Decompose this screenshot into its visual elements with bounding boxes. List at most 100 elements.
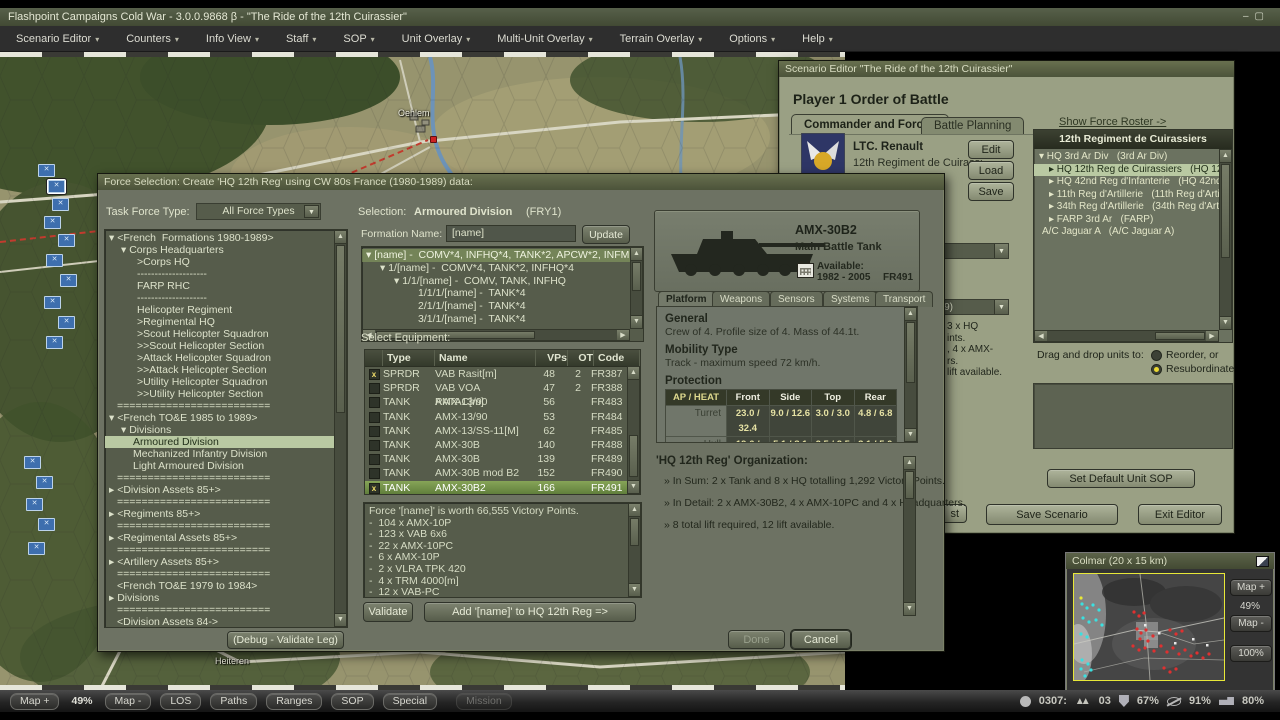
scenario-editor-titlebar[interactable]: Scenario Editor "The Ride of the 12th Cu… — [779, 61, 1234, 77]
chevron-down-icon[interactable]: ▼ — [994, 244, 1008, 258]
scroll-up-icon[interactable]: ▲ — [629, 504, 640, 517]
exit-editor-button[interactable]: Exit Editor — [1138, 504, 1222, 525]
scroll-down-icon[interactable]: ▼ — [631, 315, 642, 328]
tree-item[interactable]: ========================= — [105, 544, 347, 556]
tree-item[interactable]: <French TO&E 1979 to 1984> — [105, 580, 347, 592]
menu-item[interactable]: Options▾ — [729, 33, 775, 45]
menu-item[interactable]: Info View▾ — [206, 33, 259, 45]
menu-item[interactable]: Terrain Overlay▾ — [620, 33, 703, 45]
mission-button[interactable]: Mission — [456, 693, 512, 710]
scroll-down-icon[interactable]: ▼ — [905, 428, 916, 441]
tree-item[interactable]: FARP RHC — [105, 280, 347, 292]
tab-battle-planning[interactable]: Battle Planning — [921, 117, 1024, 135]
scroll-down-icon[interactable]: ▼ — [904, 602, 915, 615]
scroll-up-icon[interactable]: ▲ — [905, 308, 916, 321]
unit-counter[interactable]: ✕ — [38, 164, 55, 177]
equipment-row[interactable]: TANK AMX-13/90 53 FR484 — [365, 410, 627, 424]
equipment-row[interactable]: TANK AMX-30B mod B2 152 FR490 — [365, 466, 627, 480]
tree-item[interactable]: >Regimental HQ — [105, 316, 347, 328]
oob-tree-item[interactable]: ▾ HQ 3rd Ar Div (3rd Ar Div) — [1034, 151, 1232, 164]
unit-counter[interactable]: ✕ — [44, 296, 61, 309]
load-button[interactable]: Load — [968, 161, 1014, 180]
column-header-vps[interactable]: VPs — [536, 350, 568, 366]
equipment-row[interactable]: SPRDR VAB VOA RATAC[m] 47 2 FR388 — [365, 381, 627, 395]
formation-node[interactable]: ▾ 1/1/[name] - COMV, TANK, INFHQ — [362, 275, 643, 288]
unit-counter[interactable]: ✕ — [46, 336, 63, 349]
unit-counter[interactable]: ✕ — [28, 542, 45, 555]
done-button[interactable]: Done — [728, 630, 785, 649]
oob-tree-item[interactable]: ▸ HQ 12th Reg de Cuirassiers (HQ 12th Re… — [1034, 164, 1232, 177]
scroll-right-icon[interactable]: ▶ — [617, 330, 629, 340]
equipment-checkbox[interactable]: x — [369, 369, 380, 380]
save-scenario-button[interactable]: Save Scenario — [986, 504, 1118, 525]
tree-item[interactable]: >>Scout Helicopter Section — [105, 340, 347, 352]
show-force-roster-link[interactable]: Show Force Roster -> — [1059, 116, 1166, 128]
minimap-zoom-in-button[interactable]: Map + — [1230, 579, 1272, 596]
unit-counter[interactable]: ✕ — [58, 234, 75, 247]
scroll-up-icon[interactable]: ▲ — [335, 231, 346, 244]
scroll-down-icon[interactable]: ▼ — [335, 613, 346, 626]
oob-tree-item[interactable]: ▸ FARP 3rd Ar (FARP) — [1034, 214, 1232, 227]
tree-item[interactable]: <Division Assets 84-> — [105, 616, 347, 628]
column-header-code[interactable]: Code — [594, 350, 640, 366]
oob-scrollbar-horizontal[interactable]: ◀ ▶ — [1034, 330, 1219, 342]
equipment-row[interactable]: TANK AMX-30B 140 FR488 — [365, 438, 627, 452]
minimize-icon[interactable]: – — [1243, 11, 1255, 22]
equipment-row[interactable]: TANK AMX-13/90 56 FR483 — [365, 395, 627, 409]
validate-button[interactable]: Validate — [363, 602, 413, 622]
maximize-icon[interactable]: ▢ — [1255, 11, 1270, 22]
equipment-checkbox[interactable] — [369, 412, 380, 423]
chevron-down-icon[interactable]: ▼ — [994, 300, 1008, 314]
tree-item[interactable]: -------------------- — [105, 268, 347, 280]
tree-item[interactable]: ▾ <French TO&E 1985 to 1989> — [105, 412, 347, 424]
unit-drop-area[interactable] — [1033, 383, 1233, 449]
unit-counter-selected[interactable]: ✕ — [48, 180, 65, 193]
minimap-zoom-out-button[interactable]: Map - — [1230, 615, 1272, 632]
add-to-hq-button[interactable]: Add '[name]' to HQ 12th Reg => — [424, 602, 636, 622]
scroll-down-icon[interactable]: ▼ — [1220, 316, 1231, 329]
equipment-row[interactable]: x SPRDR VAB Rasit[m] 48 2 FR387 — [365, 367, 627, 381]
unit-counter[interactable]: ✕ — [38, 518, 55, 531]
tree-item[interactable]: ========================= — [105, 496, 347, 508]
set-default-unit-sop-button[interactable]: Set Default Unit SOP — [1047, 469, 1195, 488]
equipment-checkbox[interactable] — [369, 440, 380, 451]
tree-item[interactable]: Light Armoured Division — [105, 460, 347, 472]
menu-item[interactable]: Counters▾ — [126, 33, 179, 45]
minimap-thumbnail[interactable] — [1073, 573, 1225, 681]
tree-item[interactable]: ▾ Divisions — [105, 424, 347, 436]
toolbar-button[interactable]: Special — [383, 693, 437, 710]
minimap-full-zoom-button[interactable]: 100% — [1230, 645, 1272, 662]
oob-tree-item[interactable]: A/C Jaguar A (A/C Jaguar A) — [1034, 226, 1232, 239]
update-button[interactable]: Update — [582, 225, 630, 244]
tree-item[interactable]: ▸ Divisions — [105, 592, 347, 604]
tree-item[interactable]: Armoured Division — [105, 436, 347, 448]
oob-tree-item[interactable]: ▸ 34th Reg d'Artillerie (34th Reg d'Arti… — [1034, 201, 1232, 214]
tree-item[interactable]: Helicopter Regiment — [105, 304, 347, 316]
minimap-titlebar[interactable]: Colmar (20 x 15 km) — [1066, 553, 1274, 569]
unit-counter[interactable]: ✕ — [52, 198, 69, 211]
scroll-left-icon[interactable]: ◀ — [1035, 331, 1047, 341]
map-zoom-out-button[interactable]: Map - — [105, 693, 152, 710]
tree-item[interactable]: ========================= — [105, 568, 347, 580]
reorder-radio[interactable] — [1151, 350, 1162, 361]
scroll-up-icon[interactable]: ▲ — [1220, 150, 1231, 163]
formation-node[interactable]: 1/1/1/[name] - TANK*4 — [362, 287, 643, 300]
tree-item[interactable]: >Attack Helicopter Squadron — [105, 352, 347, 364]
tree-item[interactable]: ▸ <Artillery Assets 85+> — [105, 556, 347, 568]
formation-scrollbar-vertical[interactable]: ▲ ▼ — [630, 247, 643, 329]
unit-counter[interactable]: ✕ — [24, 456, 41, 469]
tree-item[interactable]: Mechanized Infantry Division — [105, 448, 347, 460]
unit-counter[interactable]: ✕ — [60, 274, 77, 287]
tree-item[interactable]: -------------------- — [105, 292, 347, 304]
toolbar-button[interactable]: Paths — [210, 693, 257, 710]
force-selection-titlebar[interactable]: Force Selection: Create 'HQ 12th Reg' us… — [98, 174, 944, 190]
equipment-checkbox[interactable]: x — [369, 483, 380, 494]
formation-node[interactable]: 3/1/1/[name] - TANK*4 — [362, 313, 643, 326]
task-force-type-dropdown[interactable]: All Force Types▼ — [196, 203, 321, 220]
equipment-scrollbar[interactable]: ▲ ▼ — [627, 366, 640, 494]
scroll-down-icon[interactable]: ▼ — [629, 583, 640, 596]
column-header-name[interactable]: Name — [435, 350, 536, 366]
tab-transport[interactable]: Transport — [875, 291, 933, 307]
save-button[interactable]: Save — [968, 182, 1014, 201]
tree-item[interactable]: >>Attack Helicopter Section — [105, 364, 347, 376]
